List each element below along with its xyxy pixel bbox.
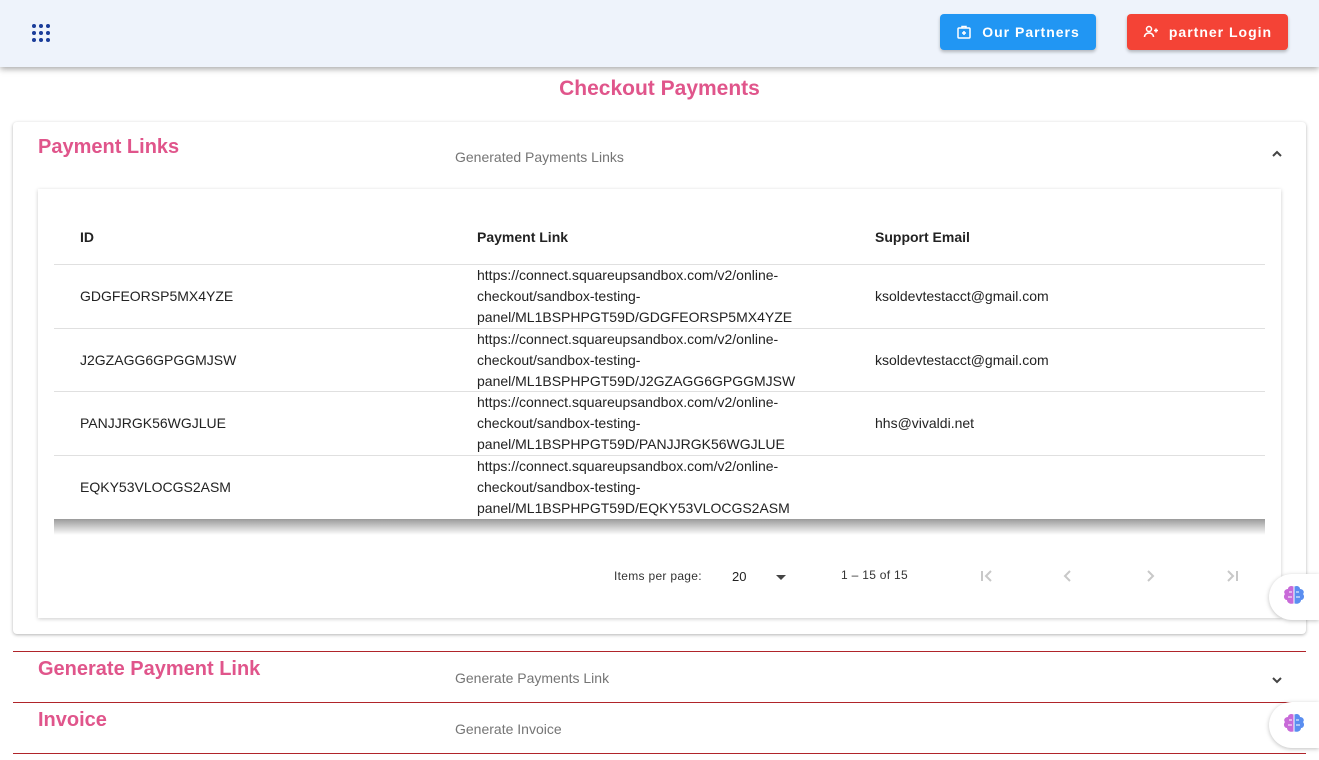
- table-row: EQKY53VLOCGS2ASM https://connect.squareu…: [54, 455, 1265, 519]
- payment-links-panel: Payment Links Generated Payments Links I…: [13, 122, 1306, 634]
- row-support-email: ksoldevtestacct@gmail.com: [875, 352, 1049, 368]
- invoice-description: Generate Invoice: [455, 721, 562, 737]
- items-per-page-select[interactable]: 20: [732, 569, 746, 584]
- row-id: EQKY53VLOCGS2ASM: [80, 479, 231, 495]
- first-page-icon[interactable]: [978, 567, 996, 585]
- row-support-email: ksoldevtestacct@gmail.com: [875, 288, 1049, 304]
- link-line: panel/ML1BSPHPGT59D/J2GZAGG6GPGGMJSW: [477, 373, 796, 389]
- payment-links-title[interactable]: Payment Links: [38, 136, 179, 159]
- next-page-icon[interactable]: [1141, 567, 1159, 585]
- link-line: checkout/sandbox-testing-: [477, 288, 641, 304]
- invoice-title[interactable]: Invoice: [38, 709, 107, 732]
- link-line: https://connect.squareupsandbox.com/v2/o…: [477, 458, 779, 474]
- payment-links-description: Generated Payments Links: [455, 149, 624, 165]
- link-line: https://connect.squareupsandbox.com/v2/o…: [477, 331, 779, 347]
- chevron-up-icon[interactable]: [1270, 147, 1284, 161]
- brain-icon: [1283, 713, 1305, 732]
- link-line: https://connect.squareupsandbox.com/v2/o…: [477, 394, 779, 410]
- column-header-payment-link[interactable]: Payment Link: [477, 229, 568, 245]
- table-row: PANJJRGK56WGJLUE https://connect.squareu…: [54, 391, 1265, 455]
- assistant-button[interactable]: [1269, 702, 1319, 748]
- link-line: panel/ML1BSPHPGT59D/EQKY53VLOCGS2ASM: [477, 500, 790, 516]
- row-payment-link[interactable]: https://connect.squareupsandbox.com/v2/o…: [477, 456, 827, 519]
- row-payment-link[interactable]: https://connect.squareupsandbox.com/v2/o…: [477, 392, 827, 455]
- link-line: checkout/sandbox-testing-: [477, 479, 641, 495]
- items-per-page-label: Items per page:: [614, 569, 702, 583]
- user-login-icon: [1143, 25, 1158, 38]
- last-page-icon[interactable]: [1223, 567, 1241, 585]
- top-bar: Our Partners partner Login: [0, 0, 1319, 67]
- pagination-range: 1 – 15 of 15: [841, 568, 908, 582]
- apps-grid-icon[interactable]: [32, 24, 50, 42]
- partner-login-button[interactable]: partner Login: [1127, 14, 1288, 50]
- partner-login-label: partner Login: [1168, 24, 1273, 40]
- link-line: checkout/sandbox-testing-: [477, 415, 641, 431]
- link-line: panel/ML1BSPHPGT59D/GDGFEORSP5MX4YZE: [477, 309, 793, 325]
- row-id: PANJJRGK56WGJLUE: [80, 415, 226, 431]
- link-line: checkout/sandbox-testing-: [477, 352, 641, 368]
- generate-payment-link-panel[interactable]: Generate Payment Link Generate Payments …: [13, 651, 1306, 703]
- row-support-email: hhs@vivaldi.net: [875, 415, 975, 431]
- our-partners-button[interactable]: Our Partners: [940, 14, 1096, 50]
- assistant-button[interactable]: [1269, 574, 1319, 620]
- our-partners-label: Our Partners: [982, 24, 1080, 40]
- dropdown-caret-icon[interactable]: [776, 575, 786, 580]
- link-line: panel/ML1BSPHPGT59D/PANJJRGK56WGJLUE: [477, 436, 785, 452]
- table-row: J2GZAGG6GPGGMJSW https://connect.squareu…: [54, 328, 1265, 392]
- generate-payment-link-title[interactable]: Generate Payment Link: [38, 658, 260, 681]
- generate-payment-link-description: Generate Payments Link: [455, 670, 610, 686]
- row-payment-link[interactable]: https://connect.squareupsandbox.com/v2/o…: [477, 265, 827, 328]
- partners-icon: [957, 25, 971, 39]
- invoice-panel[interactable]: Invoice Generate Invoice: [13, 703, 1306, 754]
- row-payment-link[interactable]: https://connect.squareupsandbox.com/v2/o…: [477, 329, 827, 392]
- table-scroll-shadow: [54, 519, 1265, 535]
- table-row: GDGFEORSP5MX4YZE https://connect.squareu…: [54, 264, 1265, 328]
- page-title: Checkout Payments: [559, 77, 760, 100]
- column-header-id[interactable]: ID: [80, 229, 94, 245]
- column-header-support-email[interactable]: Support Email: [875, 229, 970, 245]
- payment-links-table: ID Payment Link Support Email GDGFEORSP5…: [38, 189, 1281, 618]
- brain-icon: [1283, 585, 1305, 604]
- row-id: GDGFEORSP5MX4YZE: [80, 288, 234, 304]
- chevron-down-icon[interactable]: [1270, 673, 1284, 687]
- link-line: https://connect.squareupsandbox.com/v2/o…: [477, 267, 779, 283]
- row-id: J2GZAGG6GPGGMJSW: [80, 352, 237, 368]
- prev-page-icon[interactable]: [1059, 567, 1077, 585]
